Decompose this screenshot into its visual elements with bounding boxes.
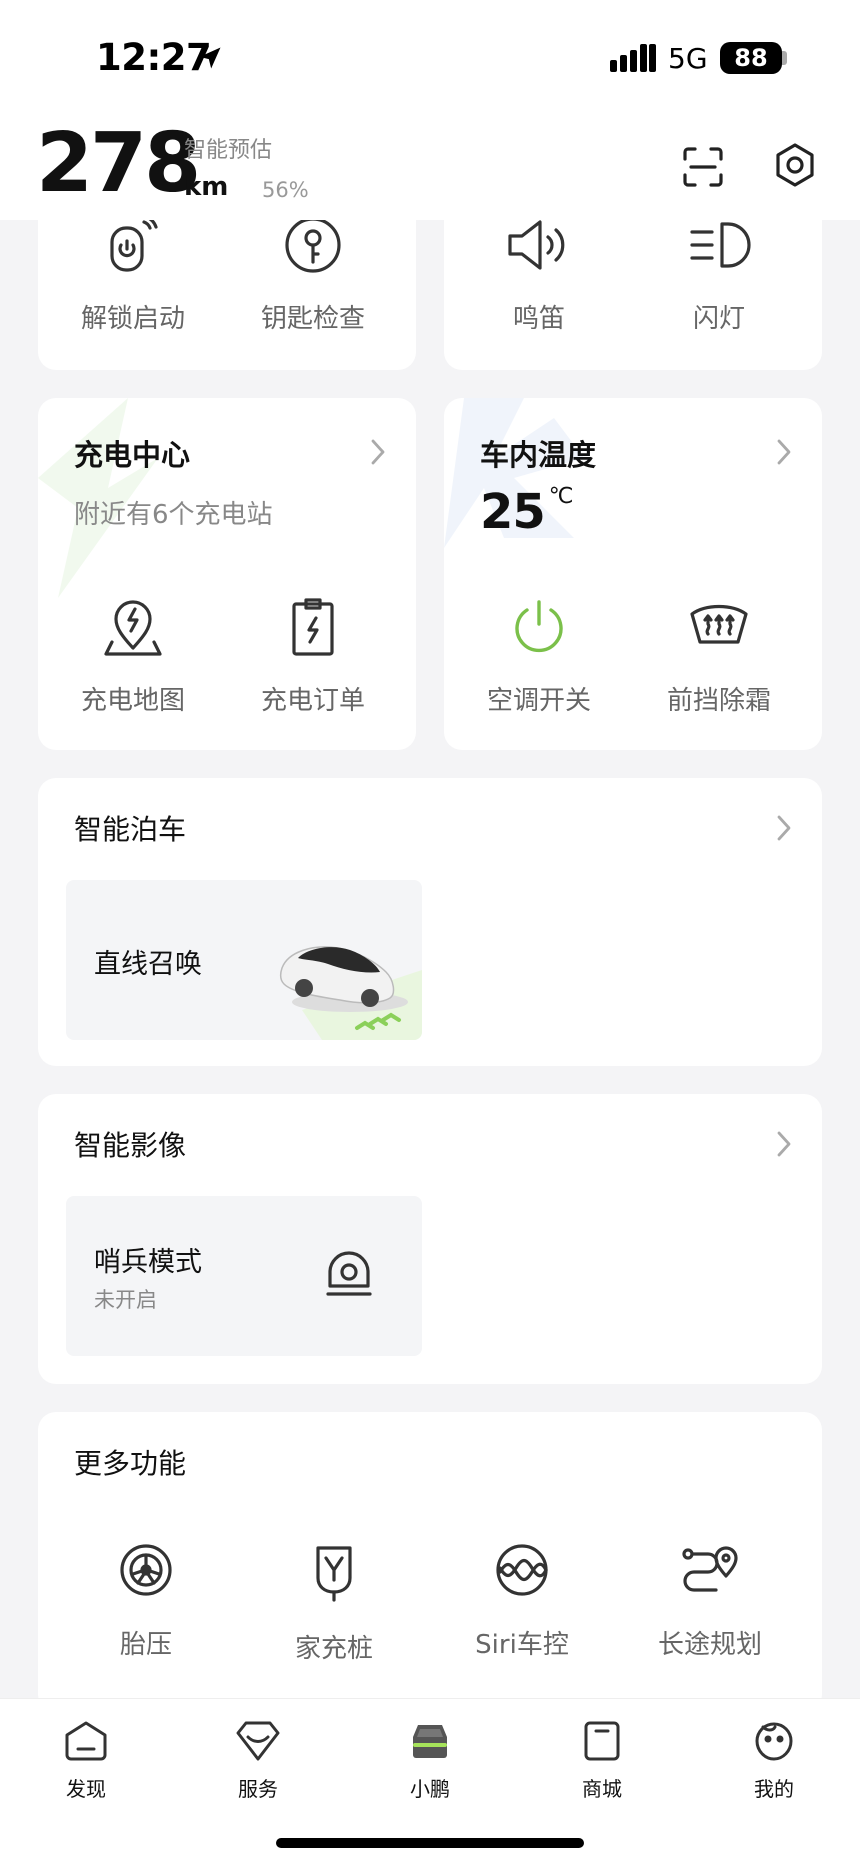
cabin-temperature-title: 车内温度 bbox=[480, 438, 597, 472]
chevron-right-icon bbox=[777, 1131, 791, 1157]
tire-icon bbox=[120, 1544, 172, 1596]
unlock-start-icon bbox=[110, 215, 158, 272]
horn-label: 鸣笛 bbox=[512, 304, 565, 334]
car-icon bbox=[413, 1725, 447, 1758]
unlock-start-label: 解锁启动 bbox=[80, 304, 185, 334]
horn-button[interactable]: 鸣笛 bbox=[444, 214, 634, 335]
horn-icon bbox=[508, 220, 565, 270]
tab-mall-label: 商城 bbox=[582, 1777, 622, 1801]
smart-imaging-card[interactable]: 智能影像 哨兵模式 未开启 bbox=[38, 1094, 822, 1384]
profile-icon bbox=[755, 1722, 793, 1761]
headlight-icon bbox=[690, 222, 751, 268]
straight-summon-tile[interactable]: 直线召唤 bbox=[66, 880, 422, 1040]
tire-pressure-label: 胎压 bbox=[119, 1630, 172, 1660]
route-icon bbox=[682, 1546, 738, 1592]
more-features-title: 更多功能 bbox=[74, 1447, 187, 1480]
key-check-button[interactable]: 钥匙检查 bbox=[218, 214, 408, 335]
status-bar: 12:27 5G 88 bbox=[0, 0, 860, 112]
home-charger-label: 家充桩 bbox=[294, 1634, 373, 1664]
smart-parking-card[interactable]: 智能泊车 直线召唤 bbox=[38, 778, 822, 1066]
location-arrow-icon bbox=[199, 47, 221, 69]
battery-tip bbox=[782, 51, 787, 65]
charging-map-button[interactable]: 充电地图 bbox=[38, 596, 228, 717]
flash-lights-label: 闪灯 bbox=[692, 304, 745, 334]
service-icon bbox=[236, 1721, 280, 1761]
long-trip-planning-button[interactable]: 长途规划 bbox=[620, 1542, 800, 1661]
camera-dome-icon bbox=[326, 1251, 372, 1296]
tab-discover[interactable]: 发现 bbox=[36, 1719, 136, 1802]
range-unit: km bbox=[184, 172, 229, 202]
scan-icon[interactable] bbox=[682, 146, 724, 188]
settings-hexagon-icon[interactable] bbox=[772, 142, 818, 188]
tab-profile-label: 我的 bbox=[754, 1777, 794, 1801]
cabin-temperature-card[interactable]: 车内温度 25 ℃ 空调开关 前挡除霜 bbox=[444, 398, 822, 750]
tab-xpeng-label: 小鹏 bbox=[410, 1777, 450, 1801]
network-type: 5G bbox=[668, 42, 708, 75]
discover-icon bbox=[65, 1721, 107, 1761]
tab-discover-label: 发现 bbox=[66, 1777, 106, 1801]
car-summon-image bbox=[279, 946, 422, 1040]
ac-power-button[interactable]: 空调开关 bbox=[444, 596, 634, 717]
chevron-right-icon bbox=[777, 439, 791, 465]
smart-parking-title: 智能泊车 bbox=[74, 813, 187, 846]
charging-center-subtitle: 附近有6个充电站 bbox=[74, 500, 273, 530]
home-charger-icon bbox=[316, 1546, 352, 1602]
key-icon bbox=[285, 217, 341, 273]
range-estimate-label: 智能预估 bbox=[184, 138, 273, 163]
charging-order-icon bbox=[292, 598, 334, 656]
siri-icon bbox=[496, 1544, 548, 1596]
charging-center-card[interactable]: 充电中心 附近有6个充电站 充电地图 充电订单 bbox=[38, 398, 416, 750]
power-icon bbox=[515, 600, 563, 653]
long-trip-planning-label: 长途规划 bbox=[657, 1630, 762, 1660]
sentry-mode-status: 未开启 bbox=[94, 1288, 157, 1312]
front-defrost-button[interactable]: 前挡除霜 bbox=[624, 596, 814, 717]
charging-center-title: 充电中心 bbox=[74, 438, 191, 472]
key-check-label: 钥匙检查 bbox=[260, 304, 365, 334]
battery-indicator: 88 bbox=[720, 42, 782, 74]
signal-icon bbox=[610, 44, 656, 72]
unlock-start-button[interactable]: 解锁启动 bbox=[38, 214, 228, 335]
tab-service-label: 服务 bbox=[238, 1777, 278, 1801]
range-value: 278 bbox=[36, 116, 201, 211]
chevron-right-icon bbox=[777, 815, 791, 841]
cabin-card-watermark bbox=[444, 398, 584, 548]
home-indicator[interactable] bbox=[276, 1838, 584, 1848]
sentry-mode-label: 哨兵模式 bbox=[94, 1247, 202, 1278]
temperature-unit: ℃ bbox=[548, 484, 574, 509]
charging-order-label: 充电订单 bbox=[260, 686, 365, 716]
sentry-mode-tile[interactable]: 哨兵模式 未开启 bbox=[66, 1196, 422, 1356]
tab-mall[interactable]: 商城 bbox=[552, 1719, 652, 1802]
battery-percent: 56% bbox=[262, 178, 309, 202]
flash-lights-button[interactable]: 闪灯 bbox=[624, 214, 814, 335]
charging-map-label: 充电地图 bbox=[80, 686, 185, 716]
ac-power-label: 空调开关 bbox=[486, 686, 591, 716]
tab-profile[interactable]: 我的 bbox=[724, 1719, 824, 1802]
charging-map-icon bbox=[104, 600, 162, 656]
tab-service[interactable]: 服务 bbox=[208, 1719, 308, 1802]
status-time: 12:27 bbox=[96, 36, 212, 79]
temperature-number: 25 bbox=[480, 484, 546, 540]
mall-icon bbox=[584, 1721, 620, 1761]
front-defrost-label: 前挡除霜 bbox=[666, 686, 771, 716]
siri-control-button[interactable]: Siri车控 bbox=[432, 1542, 612, 1661]
tab-xpeng[interactable]: 小鹏 bbox=[380, 1719, 480, 1802]
cabin-temperature-value: 25 ℃ bbox=[480, 484, 574, 540]
smart-imaging-title: 智能影像 bbox=[74, 1129, 187, 1162]
straight-summon-label: 直线召唤 bbox=[94, 949, 202, 980]
siri-control-label: Siri车控 bbox=[475, 1630, 569, 1660]
tire-pressure-button[interactable]: 胎压 bbox=[56, 1542, 236, 1661]
charging-order-button[interactable]: 充电订单 bbox=[218, 596, 408, 717]
more-features-card: 更多功能 胎压 家充桩 Siri车控 长途规划 bbox=[38, 1412, 822, 1712]
home-charger-button[interactable]: 家充桩 bbox=[244, 1542, 424, 1665]
vehicle-header: 278 智能预估 km 56% bbox=[0, 112, 860, 220]
chevron-right-icon bbox=[371, 439, 385, 465]
defrost-icon bbox=[690, 604, 748, 644]
